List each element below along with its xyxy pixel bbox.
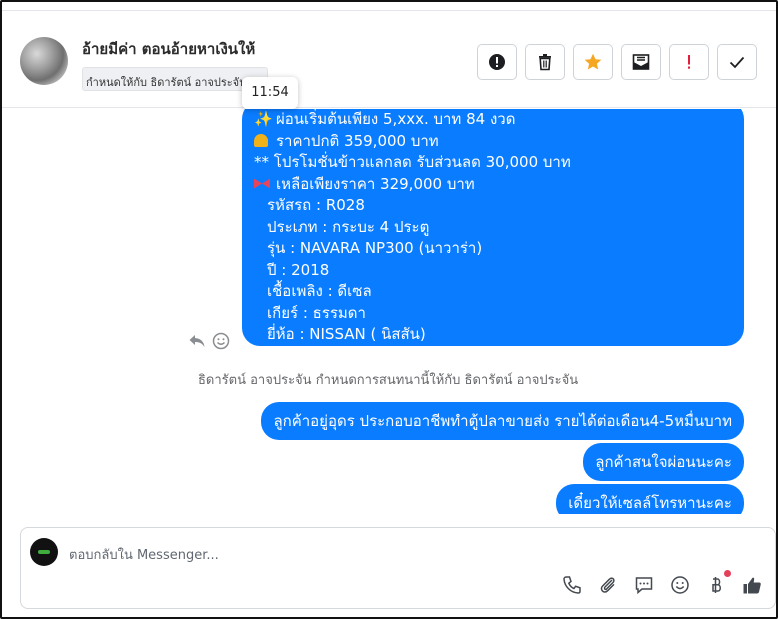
page-avatar [30,538,58,566]
notification-dot [724,570,731,577]
message-line: ยี่ห้อ : NISSAN ( นิสสัน) [267,325,426,343]
assignee-dropdown[interactable]: กำหนดให้กับ ธิดารัตน์ อาจประจัน [82,67,268,91]
timestamp-tooltip: 11:54 [242,77,298,109]
bell-emoji-icon [254,133,268,147]
message-line: ปี : 2018 [267,260,330,279]
reply-input[interactable]: ตอบกลับใน Messenger... [69,544,219,565]
chat-window: อ้ายมีค่า ตอนอ้ายหาเงินให้ กำหนดให้กับ ธ… [0,0,778,619]
star-button[interactable] [573,44,613,80]
star-icon [584,53,602,70]
message-bubble[interactable]: ลูกค้าสนใจผ่อนนะคะ [583,443,744,481]
sparkle-emoji: ✨ [254,110,273,128]
message-line: ประเภท : กระบะ 4 ประตู [267,217,430,236]
trash-icon [539,54,551,71]
mark-unread-button[interactable] [621,44,661,80]
message-line: เหลือเพียงราคา 329,000 บาท [276,174,475,193]
mark-done-button[interactable] [717,44,757,80]
attachment-icon[interactable] [597,574,619,596]
contact-name[interactable]: อ้ายมีค่า ตอนอ้ายหาเงินให้ [82,37,255,61]
message-line: ผ่อนเริ่มต้นเพียง 5,xxx. บาท 84 งวด [276,110,516,128]
message-tools [187,331,231,351]
message-line: ** โปรโมชั่นข้าวแลกลด รับส่วนลด 30,000 บ… [254,153,571,171]
emoji-icon[interactable] [669,574,691,596]
assignment-system-note: ธิดารัตน์ อาจประจัน กำหนดการสนทนานี้ให้ก… [198,373,579,388]
header-actions [477,44,757,80]
message-line: รหัสรถ : R028 [267,196,365,214]
payment-button[interactable] [705,570,731,596]
phone-icon[interactable] [561,574,583,596]
react-emoji-icon[interactable] [211,331,231,351]
alert-circle-icon [489,54,505,70]
delete-button[interactable] [525,44,565,80]
baht-icon [712,577,721,593]
conversation-header: อ้ายมีค่า ตอนอ้ายหาเงินให้ กำหนดให้กับ ธ… [2,10,776,109]
contact-avatar[interactable] [20,37,68,85]
ribbon-emoji-icon [254,178,270,190]
message-line: รุ่น : NAVARA NP300 (นาวาร่า) [267,239,483,257]
exclamation-icon [688,55,690,69]
message-list[interactable]: ✨ ผ่อนเริ่มต้นเพียง 5,xxx. บาท 84 งวด ราค… [2,109,776,514]
reply-icon[interactable] [187,331,207,351]
message-line: เกียร์ : ธรรมดา [267,303,366,322]
message-line: เชื้อเพลิง : ดีเซล [267,282,372,300]
message-line: ราคาปกติ 359,000 บาท [276,131,439,150]
message-bubble[interactable]: เดี๋ยวให้เซลล์โทรหานะคะ [556,484,744,514]
thumbs-up-icon[interactable] [741,574,763,596]
message-bubble-listing[interactable]: ✨ ผ่อนเริ่มต้นเพียง 5,xxx. บาท 84 งวด ราค… [242,109,744,346]
check-icon [729,56,745,69]
mark-spam-button[interactable] [477,44,517,80]
composer-tools [561,570,763,596]
mail-archive-icon [632,54,650,70]
follow-up-button[interactable] [669,44,709,80]
reply-composer: ตอบกลับใน Messenger... [20,527,776,609]
message-bubble[interactable]: ลูกค้าอยู่อุดร ประกอบอาชีพทำตู้ปลาขายส่ง… [261,402,744,440]
saved-replies-icon[interactable] [633,574,655,596]
